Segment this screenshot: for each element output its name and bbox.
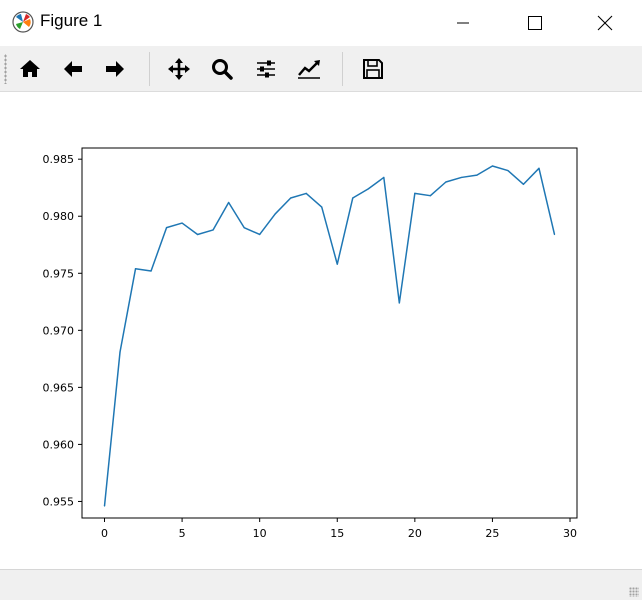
- navigation-toolbar: [0, 46, 642, 92]
- home-icon: [20, 60, 40, 77]
- data-point: [228, 201, 230, 204]
- y-tick-label: 0.965: [43, 381, 75, 394]
- zoom-button[interactable]: [208, 55, 236, 83]
- data-point: [445, 181, 447, 183]
- magnifier-icon: [212, 59, 233, 80]
- subplots-button[interactable]: [252, 55, 280, 83]
- data-point: [321, 206, 323, 208]
- data-point: [398, 302, 400, 304]
- toolbar-separator: [342, 52, 343, 86]
- data-point: [150, 270, 152, 272]
- x-tick-label: 25: [485, 527, 499, 540]
- data-point: [352, 197, 354, 199]
- data-point: [212, 229, 214, 231]
- arrow-right-icon: [106, 61, 124, 77]
- data-point: [165, 227, 168, 229]
- data-point: [119, 351, 121, 353]
- maximize-icon: [528, 16, 542, 30]
- close-button[interactable]: [582, 0, 628, 46]
- data-point: [181, 222, 183, 224]
- data-point: [429, 195, 431, 197]
- back-button[interactable]: [59, 55, 87, 83]
- sliders-icon: [257, 60, 275, 78]
- data-point: [134, 268, 137, 270]
- data-point: [460, 176, 462, 179]
- data-point: [103, 505, 106, 507]
- status-bar: [0, 569, 642, 600]
- edit-axes-button[interactable]: [295, 55, 323, 83]
- close-icon: [597, 15, 613, 31]
- floppy-disk-icon: [363, 59, 383, 79]
- size-grip[interactable]: [629, 587, 639, 597]
- x-tick-label: 30: [563, 527, 577, 540]
- pan-button[interactable]: [165, 55, 193, 83]
- data-point: [553, 233, 556, 236]
- toolbar-separator: [149, 52, 150, 86]
- data-point: [476, 174, 478, 176]
- y-tick-label: 0.985: [43, 153, 75, 166]
- x-tick-label: 10: [253, 527, 267, 540]
- data-point: [507, 169, 509, 172]
- data-point: [383, 176, 385, 179]
- x-tick-label: 0: [101, 527, 108, 540]
- data-point: [274, 213, 276, 215]
- data-point: [243, 227, 245, 229]
- line-chart[interactable]: 0 5 10 15 20 25 30 0.955 0.960 0.965 0.970 0.975 0.9…: [0, 92, 642, 568]
- data-point: [336, 263, 338, 265]
- line-chart-icon: [298, 60, 320, 79]
- x-tick-label: 5: [179, 527, 186, 540]
- data-point: [197, 233, 199, 236]
- x-tick-label: 20: [408, 527, 422, 540]
- minimize-icon: [457, 22, 469, 24]
- minimize-button[interactable]: [440, 0, 486, 46]
- y-tick-label: 0.980: [43, 210, 75, 223]
- x-tick-label: 15: [330, 527, 344, 540]
- y-tick-label: 0.960: [43, 438, 75, 451]
- axes-frame: [81, 147, 578, 519]
- data-point: [522, 183, 525, 185]
- window-title-bar[interactable]: Figure 1: [0, 0, 642, 46]
- y-tick-label: 0.955: [43, 495, 75, 508]
- data-point: [538, 167, 540, 169]
- data-point: [259, 233, 261, 236]
- arrow-left-icon: [64, 61, 82, 77]
- series-line: [103, 165, 556, 507]
- data-point: [290, 197, 292, 199]
- matplotlib-icon: [12, 11, 34, 33]
- home-button[interactable]: [16, 55, 44, 83]
- data-point: [367, 188, 369, 190]
- save-button[interactable]: [359, 55, 387, 83]
- data-point: [305, 192, 307, 195]
- maximize-button[interactable]: [512, 0, 558, 46]
- data-point: [491, 165, 494, 167]
- y-tick-label: 0.970: [43, 324, 75, 337]
- move-icon: [168, 58, 190, 80]
- figure-canvas[interactable]: 0 5 10 15 20 25 30 0.955 0.960 0.965 0.970 0.975 0.9…: [0, 92, 642, 568]
- window-title: Figure 1: [40, 11, 103, 30]
- toolbar-grip[interactable]: [4, 54, 7, 84]
- y-tick-label: 0.975: [43, 267, 75, 280]
- forward-button[interactable]: [101, 55, 129, 83]
- data-point: [414, 192, 416, 195]
